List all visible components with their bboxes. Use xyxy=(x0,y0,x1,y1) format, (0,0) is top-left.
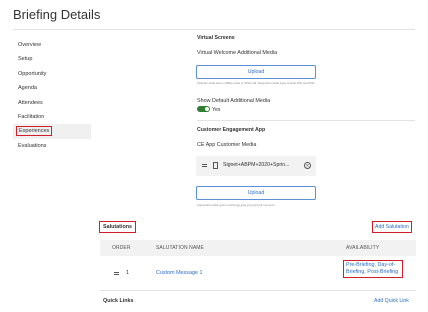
salutations-table-header: ORDER SALUTATION NAME AVAILABILITY xyxy=(100,240,416,256)
uploaded-file-name: Signet+ABPM+2020+Sprin... xyxy=(223,162,290,168)
sidebar-item-attendees[interactable]: Attendees xyxy=(13,96,91,110)
sidebar-item-label: Experiences xyxy=(15,126,53,137)
drag-handle-icon[interactable] xyxy=(114,272,119,275)
add-quick-link[interactable]: Add Quick Link xyxy=(374,298,409,304)
show-default-media-toggle[interactable] xyxy=(197,106,210,112)
toggle-knob xyxy=(205,107,209,111)
sidebar-item-label: Opportunity xyxy=(18,70,47,77)
virtual-media-helper-text: Optimal media size is 1080px wide or 700… xyxy=(197,81,316,85)
sidebar-item-overview[interactable]: Overview xyxy=(13,38,91,52)
drag-handle-icon[interactable] xyxy=(202,164,207,167)
sidebar-item-agenda[interactable]: Agenda xyxy=(13,81,91,95)
column-header-salutation-name: SALUTATION NAME xyxy=(156,245,204,251)
table-row: 1 Custom Message 1 Pre-Briefing, Day-of-… xyxy=(100,256,416,290)
sidebar-item-label: Agenda xyxy=(18,85,37,92)
title-divider xyxy=(13,29,415,30)
quick-links-heading: Quick Links xyxy=(103,298,134,304)
salutations-heading: Salutations xyxy=(98,221,137,233)
sidebar-item-opportunity[interactable]: Opportunity xyxy=(13,67,91,81)
virtual-screens-heading: Virtual Screens xyxy=(197,35,235,41)
row-order-value: 1 xyxy=(126,270,129,276)
sidebar-item-label: Facilitation xyxy=(18,113,45,120)
sidebar-item-label: Setup xyxy=(18,56,33,63)
show-default-media-label: Show Default Additional Media xyxy=(197,98,271,104)
salutation-name-link[interactable]: Custom Message 1 xyxy=(156,270,202,276)
sidebar-item-facilitation[interactable]: Facilitation xyxy=(13,110,91,124)
virtual-welcome-media-label: Virtual Welcome Additional Media xyxy=(197,50,278,56)
sidebar-item-setup[interactable]: Setup xyxy=(13,52,91,66)
ce-media-upload-button[interactable]: Upload xyxy=(196,186,316,200)
sidebar-item-label: Attendees xyxy=(18,99,43,106)
remove-file-icon[interactable]: ✕ xyxy=(304,162,311,169)
uploaded-file-item: Signet+ABPM+2020+Sprin... ✕ xyxy=(196,156,316,176)
section-divider xyxy=(197,120,415,121)
ce-media-helper-text: Supported media types include jpg,jpeg,p… xyxy=(197,203,275,207)
toggle-value-text: Yes xyxy=(212,107,221,113)
sidebar-item-experiences[interactable]: Experiences xyxy=(13,124,91,139)
sidebar-item-label: Evaluations xyxy=(18,142,47,149)
sidebar-item-evaluations[interactable]: Evaluations xyxy=(13,139,91,153)
add-salutation-link[interactable]: Add Salutation xyxy=(372,221,412,233)
availability-value: Pre-Briefing, Day-of-Briefing, Post-Brie… xyxy=(343,259,403,279)
table-divider xyxy=(100,290,416,291)
virtual-media-upload-button[interactable]: Upload xyxy=(196,65,316,79)
column-header-availability: AVAILABILITY xyxy=(346,245,380,251)
page-title: Briefing Details xyxy=(13,7,101,22)
sidebar-item-label: Overview xyxy=(18,42,41,48)
sidebar-nav: Overview Setup Opportunity Agenda Attend… xyxy=(13,38,91,153)
customer-engagement-heading: Customer Engagement App xyxy=(197,127,266,133)
document-icon xyxy=(213,162,218,169)
ce-app-media-label: CE App Customer Media xyxy=(197,142,257,148)
column-header-order: ORDER xyxy=(112,245,131,251)
